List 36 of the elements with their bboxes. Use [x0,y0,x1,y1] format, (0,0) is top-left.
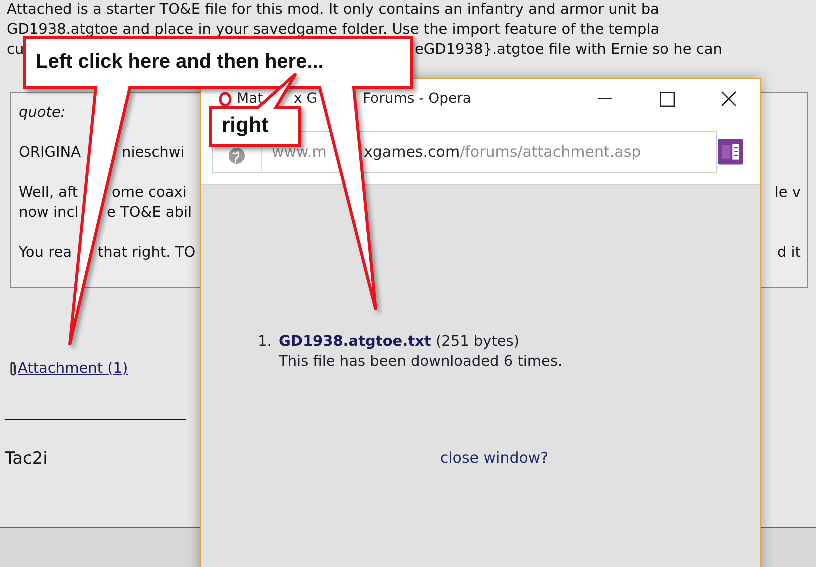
quote-text: ome coaxi [112,185,187,201]
quote-text: d it [777,244,801,263]
window-title: x G [294,91,318,107]
close-window-link[interactable]: close window? [440,449,549,467]
quote-text: now incl [19,205,79,221]
quote-text: that right. TO [98,245,196,261]
maximize-icon [660,92,674,106]
download-count: This file has been downloaded 6 times. [279,354,563,370]
globe-icon [228,146,246,164]
signature-text: Tac2i [5,449,48,469]
minimize-icon [598,98,612,100]
callout-text: Left click here and then here... [36,50,324,74]
close-icon [721,91,737,107]
post-text: cu [7,42,24,58]
quote-text: Well, aft [19,185,78,201]
quote-text: ORIGINA [19,145,82,161]
quote-text: e TO&E abil [107,205,192,221]
file-link[interactable]: GD1938.atgtoe.txt [279,334,432,350]
quote-text: You rea [19,245,72,261]
window-title: Mat [237,91,264,107]
window-title: Forums - Opera [363,91,472,107]
notebook-icon[interactable] [716,138,744,166]
list-number: 1. [258,333,273,352]
signature-separator: _________________________ [5,405,186,421]
quote-text: le v [774,184,801,203]
paperclip-icon [9,361,18,377]
post-text: GD1938.atgtoe and place in your savedgame folder. Use the import feature of the templa [7,22,660,38]
post-text: eGD1938}.atgtoe file with Ernie so he can [415,42,722,58]
quote-text: nieschwi [122,145,185,161]
quote-label: quote: [19,104,66,123]
file-size: (251 bytes) [436,334,520,350]
url-text: xgames.com/forums/attachment.asp [364,142,642,160]
opera-logo-icon [219,92,232,106]
url-text: www.m [272,142,327,160]
attachment-link[interactable]: Attachment (1) [18,361,128,377]
post-text: Attached is a starter TO&E file for this mod. It only contains an infantry and armor unit ba [7,2,660,18]
